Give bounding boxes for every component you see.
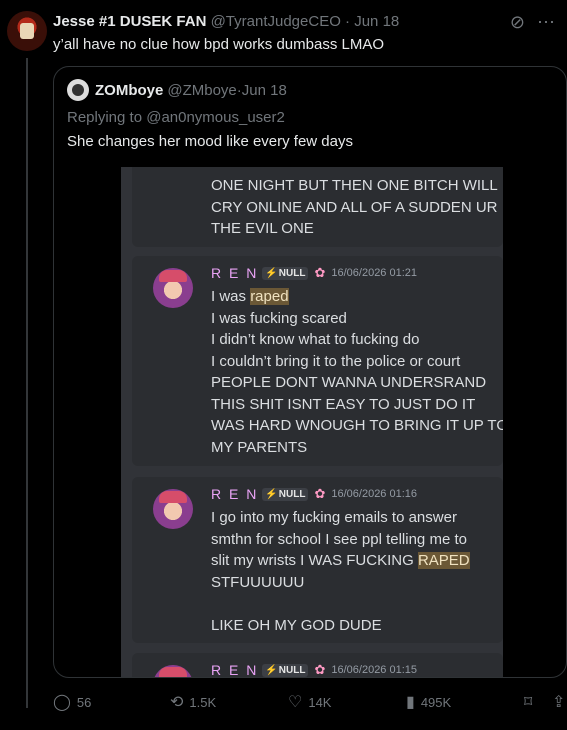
badge-label: NULL xyxy=(278,488,306,500)
message-0: ONE NIGHT BUT THEN ONE BITCH WILL CRY ON… xyxy=(132,167,503,247)
views-button[interactable]: ▮ 495K xyxy=(406,692,451,712)
flower-icon: ✿ xyxy=(314,662,326,677)
badge-label: NULL xyxy=(278,664,306,676)
message-0-lines: ONE NIGHT BUT THEN ONE BITCH WILL CRY ON… xyxy=(211,175,498,240)
repost-button[interactable]: ⟲ 1.5K xyxy=(170,692,216,712)
text-line: PEOPLE DONT WANNA UNDERSRAND xyxy=(211,374,487,391)
text-line: THIS SHIT ISNT EASY TO JUST DO IT xyxy=(211,395,476,413)
text-line: STFUUUUUU xyxy=(211,573,305,591)
replying-to[interactable]: Replying to @an0nymous_user2 xyxy=(67,109,285,126)
text-line: I go into my fucking emails to answer xyxy=(211,509,457,526)
message-2-lines: I go into my fucking emails to answer sm… xyxy=(211,507,470,636)
message-meta: R E N ⚡NULL ✿ 16/06/2026 01:16 xyxy=(211,486,417,502)
views-count: 495K xyxy=(420,694,452,710)
quoted-tweet[interactable]: ZOMboye @ZMboye · Jun 18 Replying to @an… xyxy=(53,66,567,678)
message-2: R E N ⚡NULL ✿ 16/06/2026 01:16 I go into… xyxy=(132,477,503,643)
reply-button[interactable]: ◯ 56 xyxy=(53,692,91,712)
author-name[interactable]: Jesse #1 DUSEK FAN xyxy=(53,13,206,30)
quote-text: She changes her mood like every few days xyxy=(67,133,353,150)
lightning-icon: ⚡ xyxy=(265,488,278,500)
message-timestamp: 16/06/2026 01:21 xyxy=(331,267,418,279)
separator: · xyxy=(340,13,355,30)
thread-line xyxy=(26,58,28,708)
user-badge: ⚡NULL xyxy=(262,266,309,280)
quote-date[interactable]: Jun 18 xyxy=(242,82,287,99)
like-count: 14K xyxy=(308,694,332,710)
message-username: R E N xyxy=(211,486,259,502)
lightning-icon: ⚡ xyxy=(265,664,278,676)
message-avatar xyxy=(153,268,193,308)
tweet-date[interactable]: Jun 18 xyxy=(354,13,399,30)
reply-count: 56 xyxy=(76,694,92,710)
text-segment: slit my wrists I WAS FUCKING xyxy=(211,552,418,569)
top-icons: ⊘ ⋯ xyxy=(510,12,555,33)
text-line: I didn’t know what to fucking do xyxy=(211,331,420,348)
message-username: R E N xyxy=(211,662,259,678)
grok-icon[interactable]: ⊘ xyxy=(510,12,525,33)
message-timestamp: 16/06/2026 01:16 xyxy=(331,488,418,500)
message-3: R E N ⚡NULL ✿ 16/06/2026 01:15 xyxy=(132,653,503,678)
text-line: WAS HARD WNOUGH TO BRING IT UP TO xyxy=(211,417,503,434)
text-line: I couldn’t bring it to the police or cou… xyxy=(211,352,461,370)
message-1-lines: I was raped I was fucking scared I didn’… xyxy=(211,286,503,458)
flower-icon: ✿ xyxy=(314,265,326,280)
more-icon[interactable]: ⋯ xyxy=(537,12,555,33)
badge-label: NULL xyxy=(278,267,306,279)
like-button[interactable]: ♡ 14K xyxy=(288,692,331,712)
quote-header: ZOMboye @ZMboye · Jun 18 xyxy=(67,79,287,101)
discord-screenshot[interactable]: ONE NIGHT BUT THEN ONE BITCH WILL CRY ON… xyxy=(121,167,503,678)
text-line: slit my wrists I WAS FUCKING RAPED xyxy=(211,550,470,572)
text-line: THE EVIL ONE xyxy=(211,220,314,237)
share-icon: ⇪ xyxy=(552,694,566,711)
quote-author-handle[interactable]: @ZMboye xyxy=(167,82,236,99)
flower-icon: ✿ xyxy=(314,486,326,501)
text-line: CRY ONLINE AND ALL OF A SUDDEN UR xyxy=(211,198,498,216)
message-username: R E N xyxy=(211,265,259,281)
message-1: R E N ⚡NULL ✿ 16/06/2026 01:21 I was rap… xyxy=(132,256,503,466)
message-meta: R E N ⚡NULL ✿ 16/06/2026 01:21 xyxy=(211,265,417,281)
search-highlight: RAPED xyxy=(417,552,470,569)
views-icon: ▮ xyxy=(406,694,415,711)
lightning-icon: ⚡ xyxy=(265,267,278,279)
text-segment: I was xyxy=(211,288,251,305)
share-button[interactable]: ⇪ xyxy=(552,692,567,712)
author-handle[interactable]: @TyrantJudgeCEO xyxy=(211,13,341,30)
text-line: smthn for school I see ppl telling me to xyxy=(211,530,467,548)
message-meta: R E N ⚡NULL ✿ 16/06/2026 01:15 xyxy=(211,662,418,678)
like-icon: ♡ xyxy=(288,694,303,711)
quote-avatar[interactable] xyxy=(67,79,89,101)
text-line: MY PARENTS xyxy=(211,438,308,456)
message-timestamp: 16/06/2026 01:15 xyxy=(331,664,418,676)
text-line: LIKE OH MY GOD DUDE xyxy=(211,616,382,634)
text-line: I was fucking scared xyxy=(211,309,347,327)
repost-count: 1.5K xyxy=(189,694,217,710)
author-avatar[interactable] xyxy=(7,11,47,51)
reply-icon: ◯ xyxy=(53,694,71,711)
text-line: ONE NIGHT BUT THEN ONE BITCH WILL xyxy=(211,177,498,194)
tweet-header: Jesse #1 DUSEK FAN @TyrantJudgeCEO · Jun… xyxy=(53,13,399,30)
tweet-text: y’all have no clue how bpd works dumbass… xyxy=(53,36,384,53)
bookmark-icon: ⌑ xyxy=(524,694,533,711)
user-badge: ⚡NULL xyxy=(262,663,309,677)
message-avatar xyxy=(153,489,193,529)
quote-author-name[interactable]: ZOMboye xyxy=(95,82,163,99)
bookmark-button[interactable]: ⌑ xyxy=(524,692,538,712)
text-line: I was raped xyxy=(211,286,503,308)
repost-icon: ⟲ xyxy=(170,694,184,711)
search-highlight: raped xyxy=(250,288,289,305)
message-avatar xyxy=(153,665,193,677)
user-badge: ⚡NULL xyxy=(262,487,309,501)
